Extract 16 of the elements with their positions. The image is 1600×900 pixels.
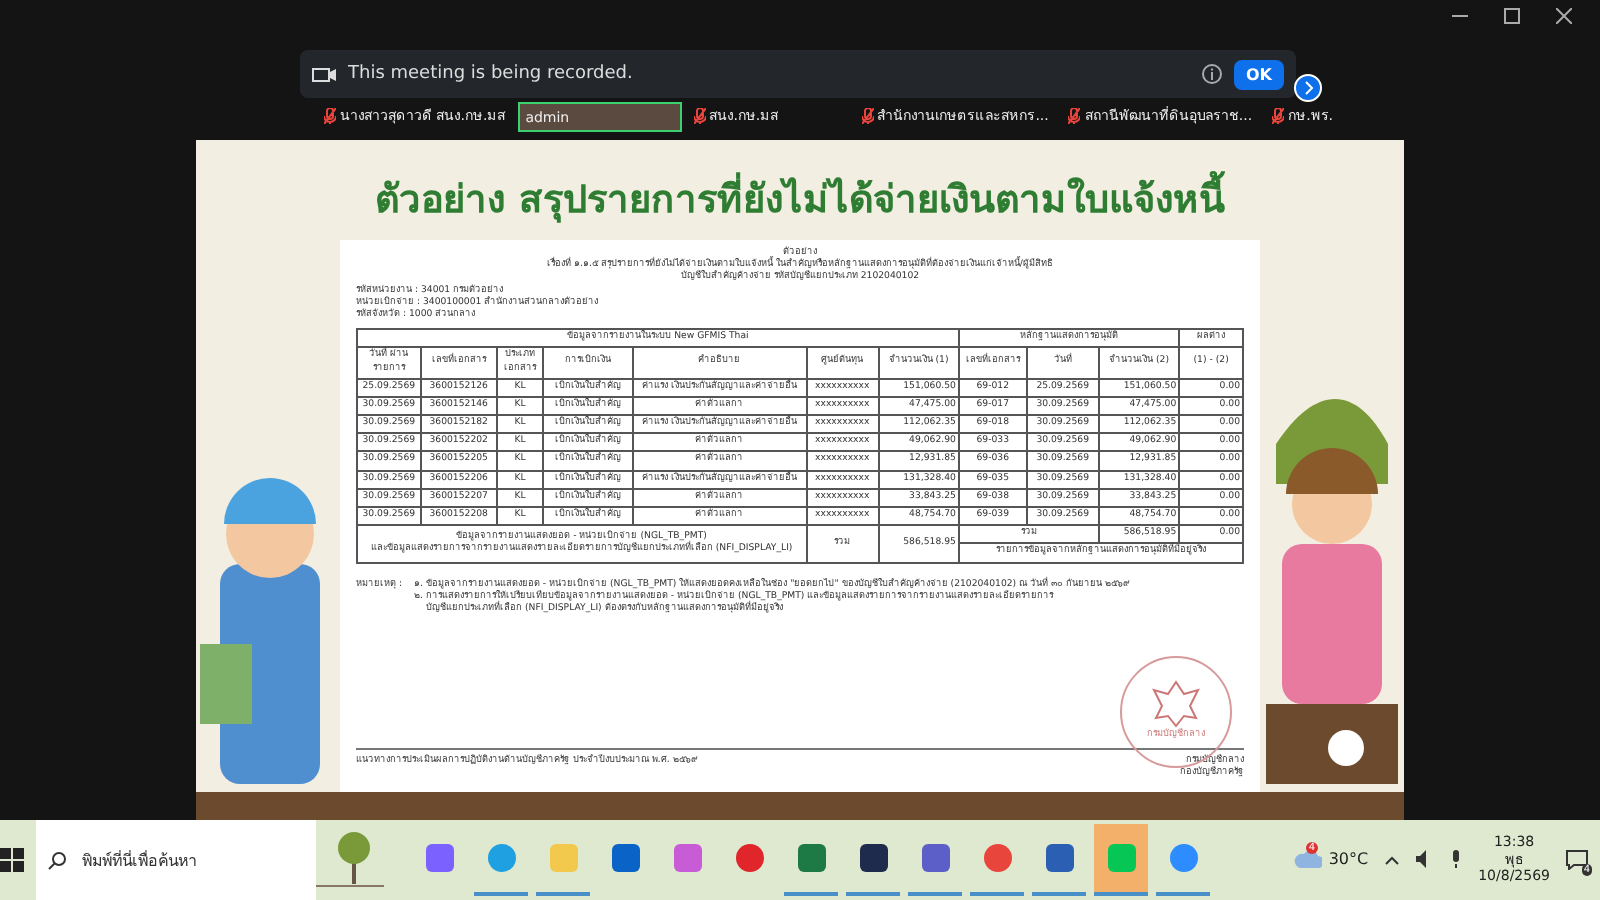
recording-icon — [312, 65, 336, 83]
cloud-icon — [1294, 849, 1323, 870]
ok-button[interactable]: OK — [1234, 59, 1284, 89]
next-page-icon[interactable] — [1294, 74, 1322, 102]
windows-start-icon[interactable] — [0, 848, 24, 872]
close-icon[interactable] — [1556, 8, 1572, 24]
notification-icon[interactable] — [1566, 849, 1588, 870]
search-icon — [48, 851, 66, 869]
tree-landscape-icon — [316, 830, 384, 890]
slide-title: ตัวอย่าง สรุปรายการที่ยังไม่ได้จ่ายเงินตามใบแจ้งหนี้ — [375, 168, 1225, 228]
temperature-text[interactable]: 30°C — [1328, 850, 1369, 869]
chevron-up-icon[interactable] — [1384, 853, 1401, 866]
recording-message: This meeting is being recorded. — [348, 64, 635, 84]
microphone-icon[interactable] — [1450, 850, 1463, 869]
maximize-icon[interactable] — [1504, 8, 1520, 24]
info-icon[interactable] — [1202, 64, 1222, 84]
